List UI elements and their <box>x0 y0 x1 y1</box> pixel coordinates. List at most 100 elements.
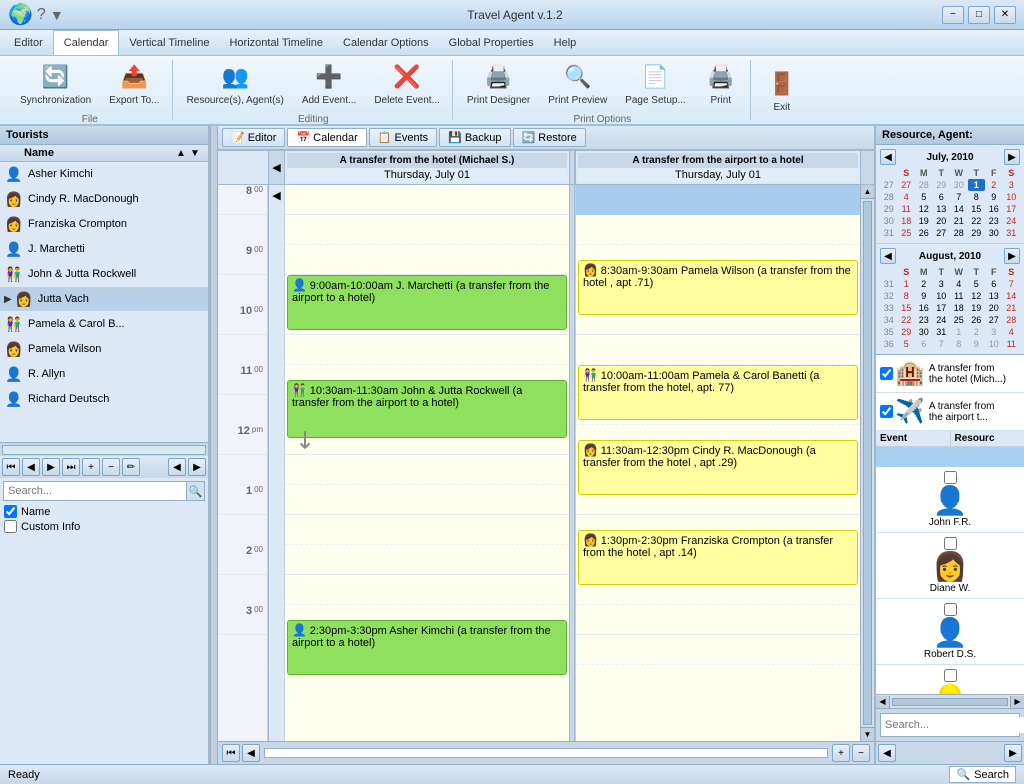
event-cindy[interactable]: 👩 11:30am-12:30pm Cindy R. MacDonough (a… <box>578 440 858 495</box>
cal-day[interactable]: 6 <box>933 191 951 203</box>
cal-day[interactable]: 7 <box>950 191 968 203</box>
cal-day[interactable]: 3 <box>985 326 1003 338</box>
cal-day[interactable]: 5 <box>915 191 933 203</box>
resource-checkbox-john[interactable] <box>944 471 957 484</box>
cal-day[interactable]: 6 <box>985 278 1003 290</box>
scroll-left-button[interactable]: ◀ <box>168 458 186 476</box>
cal-day[interactable]: 31 <box>1003 227 1021 239</box>
cal-day[interactable]: 16 <box>985 203 1003 215</box>
menu-help[interactable]: Help <box>544 30 587 55</box>
page-setup-button[interactable]: 📄 Page Setup... <box>617 56 694 112</box>
cal-day[interactable]: 15 <box>898 302 916 314</box>
cal-day[interactable]: 19 <box>915 215 933 227</box>
event-marchetti[interactable]: 👤 9:00am-10:00am J. Marchetti (a transfe… <box>287 275 567 330</box>
tourist-row[interactable]: 👤 Richard Deutsch <box>0 387 208 412</box>
cal-day[interactable]: 3 <box>1003 179 1021 191</box>
minimize-button[interactable]: − <box>942 6 964 24</box>
scroll-down-button[interactable]: ▼ <box>861 727 874 741</box>
cal-day[interactable]: 4 <box>950 278 968 290</box>
cal-day[interactable]: 18 <box>950 302 968 314</box>
sync-button[interactable]: 🔄 Synchronization <box>12 56 99 112</box>
search-icon[interactable]: 🔍 <box>186 482 204 500</box>
next-button[interactable]: ▶ <box>42 458 60 476</box>
event-table-selected-row[interactable] <box>876 447 1024 467</box>
tourist-row[interactable]: 👫 Pamela & Carol B... <box>0 312 208 337</box>
cal-day[interactable]: 20 <box>985 302 1003 314</box>
tourist-row[interactable]: 👩 Cindy R. MacDonough <box>0 187 208 212</box>
cal-day[interactable]: 21 <box>1003 302 1021 314</box>
cal-day[interactable]: 2 <box>985 179 1003 191</box>
cal-day[interactable]: 10 <box>1003 191 1021 203</box>
scroll-right-arrow[interactable]: ▶ <box>1010 696 1024 708</box>
scroll-up-button[interactable]: ▲ <box>861 185 874 199</box>
vertical-scrollbar[interactable]: ▲ ▼ <box>860 185 874 741</box>
cal-zoom-plus[interactable]: + <box>832 744 850 762</box>
event-pamela-wilson[interactable]: 👩 8:30am-9:30am Pamela Wilson (a transfe… <box>578 260 858 315</box>
cal-day[interactable]: 27 <box>898 179 916 191</box>
cal-day[interactable]: 11 <box>950 290 968 302</box>
sort-button[interactable]: ▲ <box>176 148 190 159</box>
cal-day[interactable]: 3 <box>933 278 951 290</box>
cal-scrollbar[interactable] <box>264 748 828 758</box>
event-pamela-carol[interactable]: 👫 10:00am-11:00am Pamela & Carol Banetti… <box>578 365 858 420</box>
cal-prev-button[interactable]: ◀ <box>242 744 260 762</box>
cal-day[interactable]: 24 <box>933 314 951 326</box>
tourist-row[interactable]: ▶ 👩 Jutta Vach Jutta Vach <box>0 287 208 312</box>
cal-day[interactable]: 19 <box>968 302 986 314</box>
collapse-arrow[interactable]: ◀ <box>268 151 284 184</box>
tourist-row[interactable]: 👤 J. Marchetti <box>0 237 208 262</box>
cal-day[interactable]: 5 <box>898 338 916 350</box>
cal-day[interactable]: 27 <box>985 314 1003 326</box>
cal-zoom-minus[interactable]: − <box>852 744 870 762</box>
cal-day[interactable]: 30 <box>915 326 933 338</box>
tab-restore[interactable]: 🔄 Restore <box>513 128 586 147</box>
resource-checkbox-diane[interactable] <box>944 537 957 550</box>
cal-day[interactable]: 14 <box>1003 290 1021 302</box>
mini-cal-aug-next[interactable]: ▶ <box>1004 248 1020 264</box>
cal-day[interactable]: 22 <box>898 314 916 326</box>
print-preview-button[interactable]: 🔍 Print Preview <box>540 56 615 112</box>
resource-checkbox-2[interactable] <box>880 405 893 418</box>
delete-event-button[interactable]: ❌ Delete Event... <box>366 56 448 112</box>
cal-day[interactable]: 7 <box>1003 278 1021 290</box>
cal-day[interactable]: 8 <box>968 191 986 203</box>
cal-day[interactable]: 9 <box>915 290 933 302</box>
tourist-row[interactable]: 👤 R. Allyn <box>0 362 208 387</box>
cal-day[interactable]: 27 <box>933 227 951 239</box>
cal-day[interactable]: 2 <box>968 326 986 338</box>
cal-day[interactable]: 30 <box>985 227 1003 239</box>
mini-cal-aug-prev[interactable]: ◀ <box>880 248 896 264</box>
tab-backup[interactable]: 💾 Backup <box>439 128 510 147</box>
cal-day[interactable]: 5 <box>968 278 986 290</box>
first-button[interactable]: ⏮ <box>2 458 20 476</box>
remove-tourist-button[interactable]: − <box>102 458 120 476</box>
scroll-right-button[interactable]: ▶ <box>188 458 206 476</box>
cal-day[interactable]: 12 <box>915 203 933 215</box>
tab-events[interactable]: 📋 Events <box>369 128 437 147</box>
cal-day[interactable]: 8 <box>898 290 916 302</box>
cal-day[interactable]: 28 <box>915 179 933 191</box>
right-nav-next[interactable]: ▶ <box>1004 744 1022 762</box>
cal-day[interactable]: 8 <box>950 338 968 350</box>
cal-day[interactable]: 12 <box>968 290 986 302</box>
add-event-button[interactable]: ➕ Add Event... <box>294 56 364 112</box>
cal-day[interactable]: 26 <box>968 314 986 326</box>
menu-global-properties[interactable]: Global Properties <box>439 30 544 55</box>
cal-day[interactable]: 4 <box>898 191 916 203</box>
maximize-button[interactable]: □ <box>968 6 990 24</box>
cal-day[interactable]: 14 <box>950 203 968 215</box>
cal-day[interactable]: 21 <box>950 215 968 227</box>
cal-day[interactable]: 7 <box>933 338 951 350</box>
cal-day[interactable]: 10 <box>985 338 1003 350</box>
cal-day[interactable]: 15 <box>968 203 986 215</box>
resource-checkbox-1[interactable] <box>880 367 893 380</box>
right-search-input[interactable] <box>881 717 1024 733</box>
cal-day[interactable]: 18 <box>898 215 916 227</box>
search-status-button[interactable]: 🔍 Search <box>949 766 1016 783</box>
cal-day[interactable]: 17 <box>933 302 951 314</box>
custom-info-checkbox[interactable] <box>4 520 17 533</box>
cal-first-button[interactable]: ⏮ <box>222 744 240 762</box>
cal-day[interactable]: 13 <box>933 203 951 215</box>
scroll-left-arrow[interactable]: ◀ <box>876 696 890 708</box>
resource-checkbox-robert[interactable] <box>944 603 957 616</box>
